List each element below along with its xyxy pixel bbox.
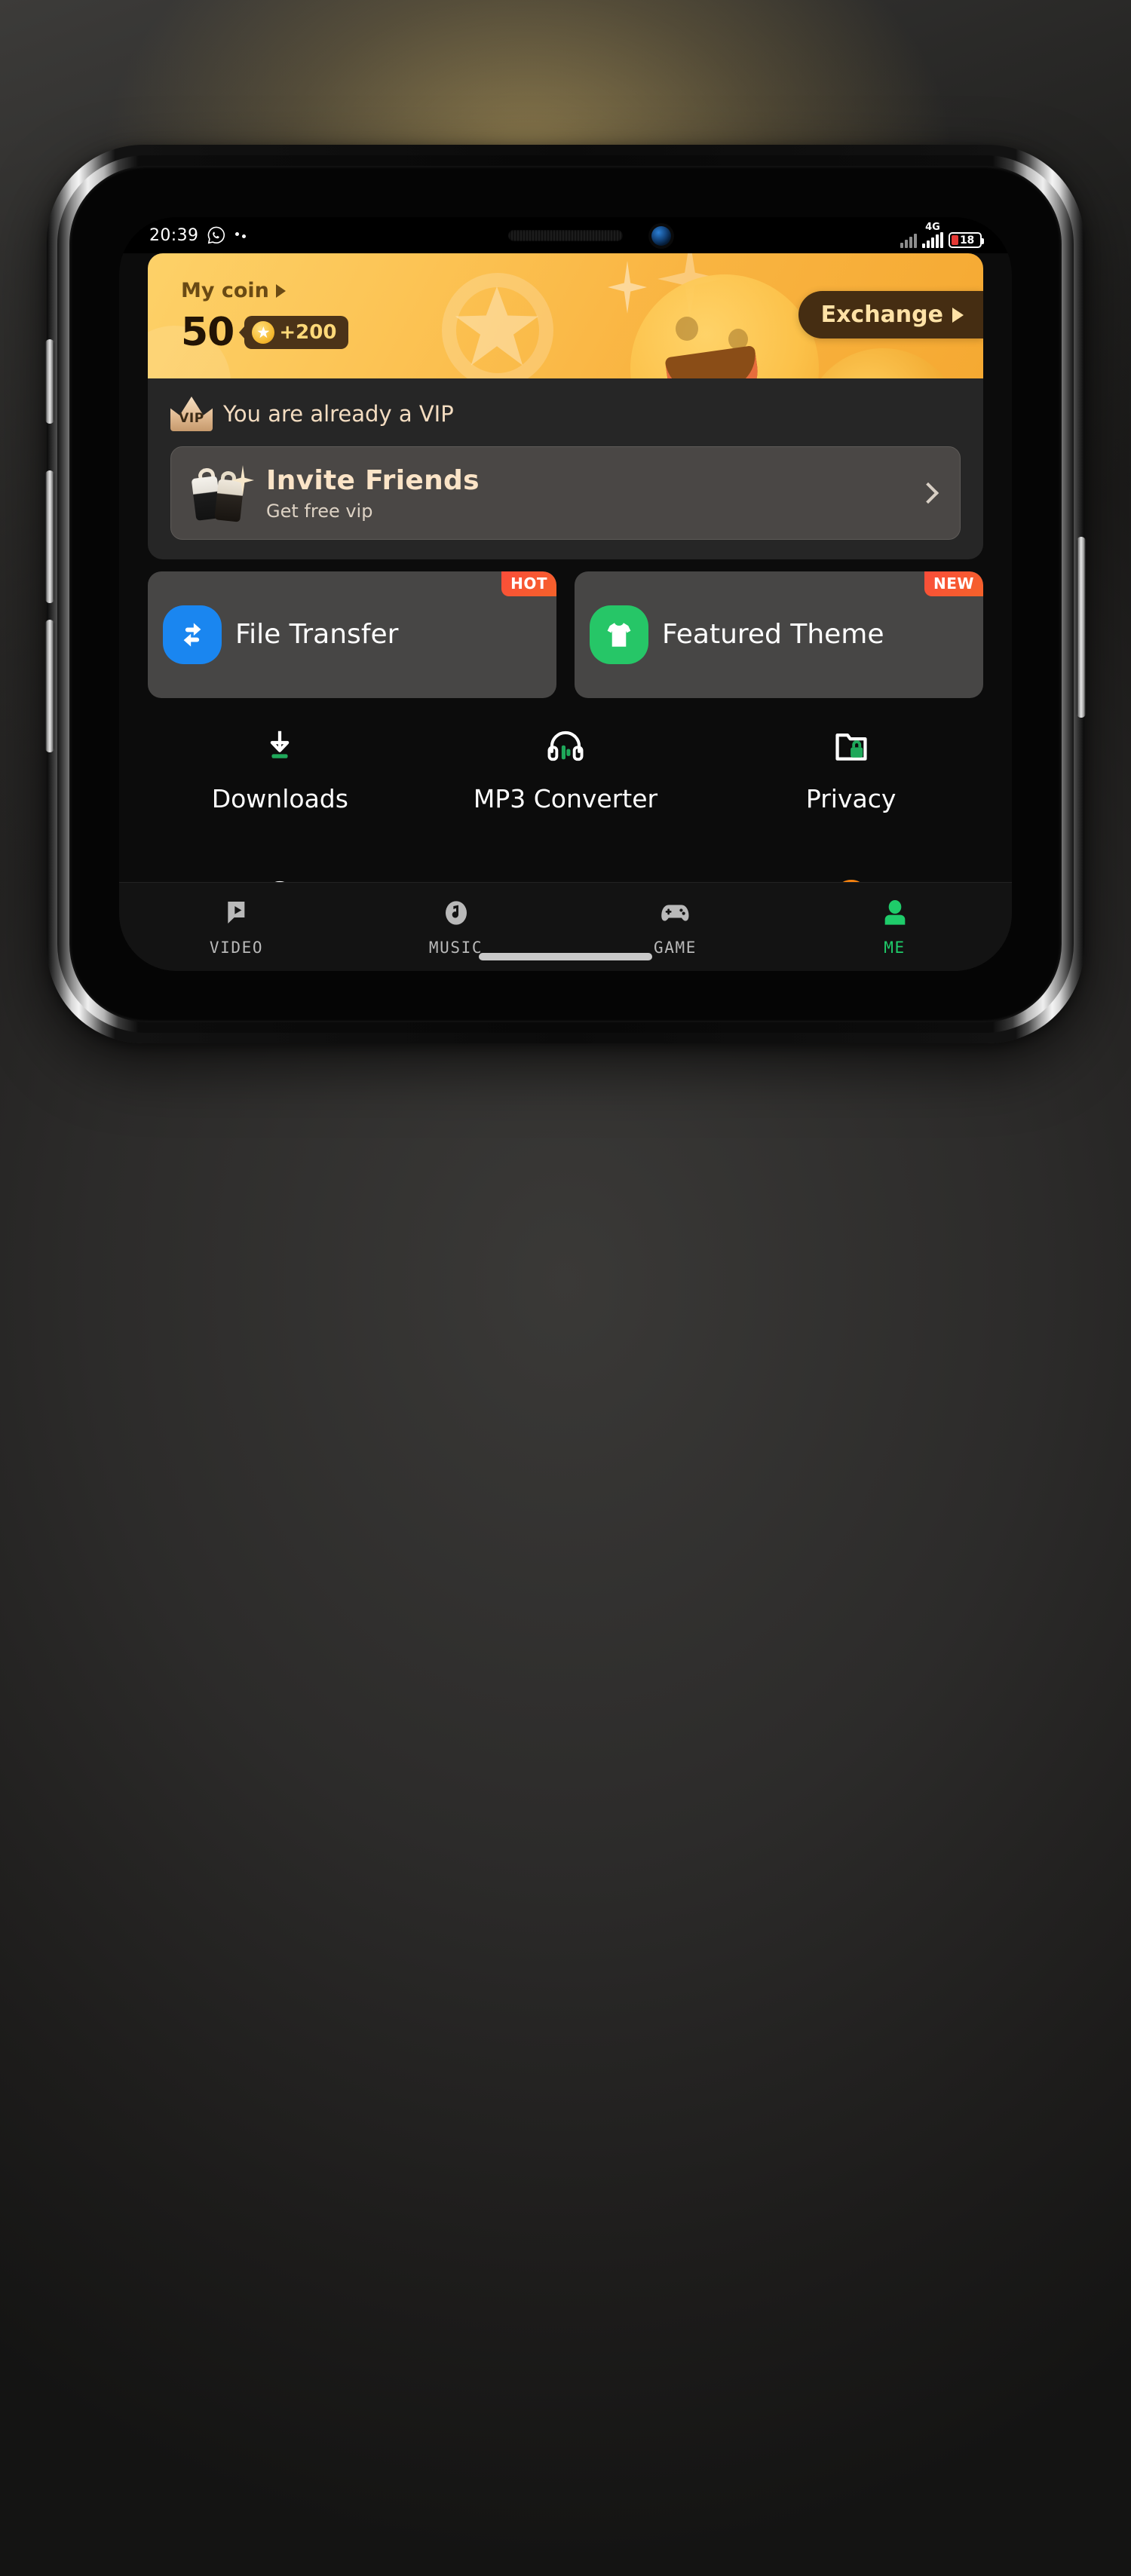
volume-down-button[interactable] (45, 620, 54, 752)
ring-decoration (442, 273, 553, 378)
coin-bonus-badge: +200 (244, 316, 349, 349)
no-ads-icon: AD (831, 868, 872, 882)
tab-label-video: VIDEO (209, 938, 264, 957)
headphones-icon (544, 718, 587, 775)
grid-item-history[interactable]: History (137, 868, 423, 882)
earpiece-speaker (508, 230, 623, 241)
gift-icon (188, 461, 254, 525)
power-button[interactable] (1077, 537, 1086, 718)
video-icon (222, 898, 252, 931)
new-badge: NEW (924, 571, 983, 596)
grid-item-mp3-converter[interactable]: MP3 Converter (423, 718, 709, 864)
tab-label-music: MUSIC (428, 938, 483, 957)
front-camera (651, 226, 671, 246)
notch (434, 217, 697, 253)
my-coin-link[interactable]: My coin (181, 279, 348, 302)
coin-decoration-bottom (804, 348, 962, 378)
battery-percent: 18 (960, 234, 974, 247)
music-note-icon (441, 898, 471, 931)
signal-bars-sim2-icon (922, 232, 943, 248)
file-transfer-icon (163, 605, 222, 664)
person-icon (880, 898, 910, 931)
my-coin-label: My coin (181, 279, 269, 302)
clock-icon (260, 868, 299, 882)
vip-badge-text: VIP (179, 411, 204, 426)
home-indicator[interactable] (479, 953, 652, 960)
emoji-mouth (664, 345, 762, 378)
grid-label-downloads: Downloads (211, 784, 348, 813)
tab-label-game: GAME (654, 938, 697, 957)
coin-banner[interactable]: My coin 50 +200 Exchange (148, 253, 983, 378)
folder-icon (547, 868, 584, 882)
grid-label-privacy: Privacy (805, 784, 897, 813)
network-label: 4G (925, 222, 940, 233)
notification-dots-icon (235, 232, 247, 238)
sparkle-large-decoration (657, 253, 722, 318)
scroll-area[interactable]: My coin 50 +200 Exchange VIP You are alr… (119, 253, 1012, 882)
signal-bars-sim1-icon (900, 233, 917, 248)
tshirt-icon (590, 605, 648, 664)
exchange-label: Exchange (820, 302, 943, 328)
grid-item-downloads[interactable]: Downloads (137, 718, 423, 864)
feature-card-row: HOT File Transfer NEW Featured Theme (119, 559, 1012, 698)
folder-lock-icon (831, 718, 872, 775)
tab-music[interactable]: MUSIC (346, 898, 566, 957)
coin-star-icon (252, 321, 275, 344)
app-root: My coin 50 +200 Exchange VIP You are alr… (119, 253, 1012, 971)
grid-item-ad-free-gift[interactable]: AD Get a 24-hour ad-free gift. (708, 868, 994, 882)
mute-switch-button[interactable] (45, 339, 54, 424)
tab-game[interactable]: GAME (566, 898, 785, 957)
star-decoration (455, 286, 538, 366)
phone-device: 20:39 4G 18 My coin 50 +200 Exchange VIP… (45, 145, 1086, 1043)
download-icon (259, 718, 300, 775)
gamepad-icon (660, 898, 691, 931)
grid-item-privacy[interactable]: Privacy (708, 718, 994, 864)
network-type: 4G (922, 222, 943, 248)
tab-label-me: ME (884, 938, 906, 957)
status-time: 20:39 (149, 225, 199, 245)
tab-me[interactable]: ME (785, 898, 1004, 957)
emoji-eye-right (728, 329, 748, 350)
emoji-eye-left (676, 317, 698, 341)
account-card: My coin 50 +200 Exchange VIP You are alr… (148, 253, 983, 559)
chevron-right-icon (917, 482, 939, 504)
battery-icon: 18 (949, 232, 984, 248)
invite-friends-card[interactable]: Invite Friends Get free vip (170, 446, 961, 540)
chevron-right-icon (275, 283, 286, 298)
vip-crown-icon: VIP (170, 397, 213, 431)
emoji-face-decoration (630, 274, 819, 378)
vip-status-row[interactable]: VIP You are already a VIP (148, 378, 983, 436)
sparkle-small-decoration (608, 261, 647, 314)
coin-amount: 50 (181, 310, 234, 355)
file-transfer-title: File Transfer (235, 618, 399, 650)
invite-subtitle: Get free vip (266, 500, 373, 522)
featured-theme-title: Featured Theme (662, 618, 884, 650)
hot-badge: HOT (501, 571, 556, 596)
exchange-button[interactable]: Exchange (798, 291, 983, 338)
coin-bonus-value: +200 (279, 321, 337, 344)
phone-screen: 20:39 4G 18 My coin 50 +200 Exchange VIP… (119, 217, 1012, 971)
whatsapp-icon (207, 225, 226, 245)
invite-title: Invite Friends (266, 464, 480, 496)
volume-up-button[interactable] (45, 470, 54, 603)
featured-theme-card[interactable]: NEW Featured Theme (575, 571, 983, 698)
grid-label-mp3-converter: MP3 Converter (473, 784, 658, 813)
file-transfer-card[interactable]: HOT File Transfer (148, 571, 556, 698)
grid-item-media-manage[interactable]: Media Manage (423, 868, 709, 882)
play-arrow-icon (952, 307, 964, 323)
tools-grid: Downloads MP3 Converter Privacy (119, 698, 1012, 882)
battery-fill (952, 235, 958, 245)
vip-message: You are already a VIP (223, 401, 454, 427)
tab-video[interactable]: VIDEO (127, 898, 346, 957)
coin-info: My coin 50 +200 (181, 279, 349, 355)
